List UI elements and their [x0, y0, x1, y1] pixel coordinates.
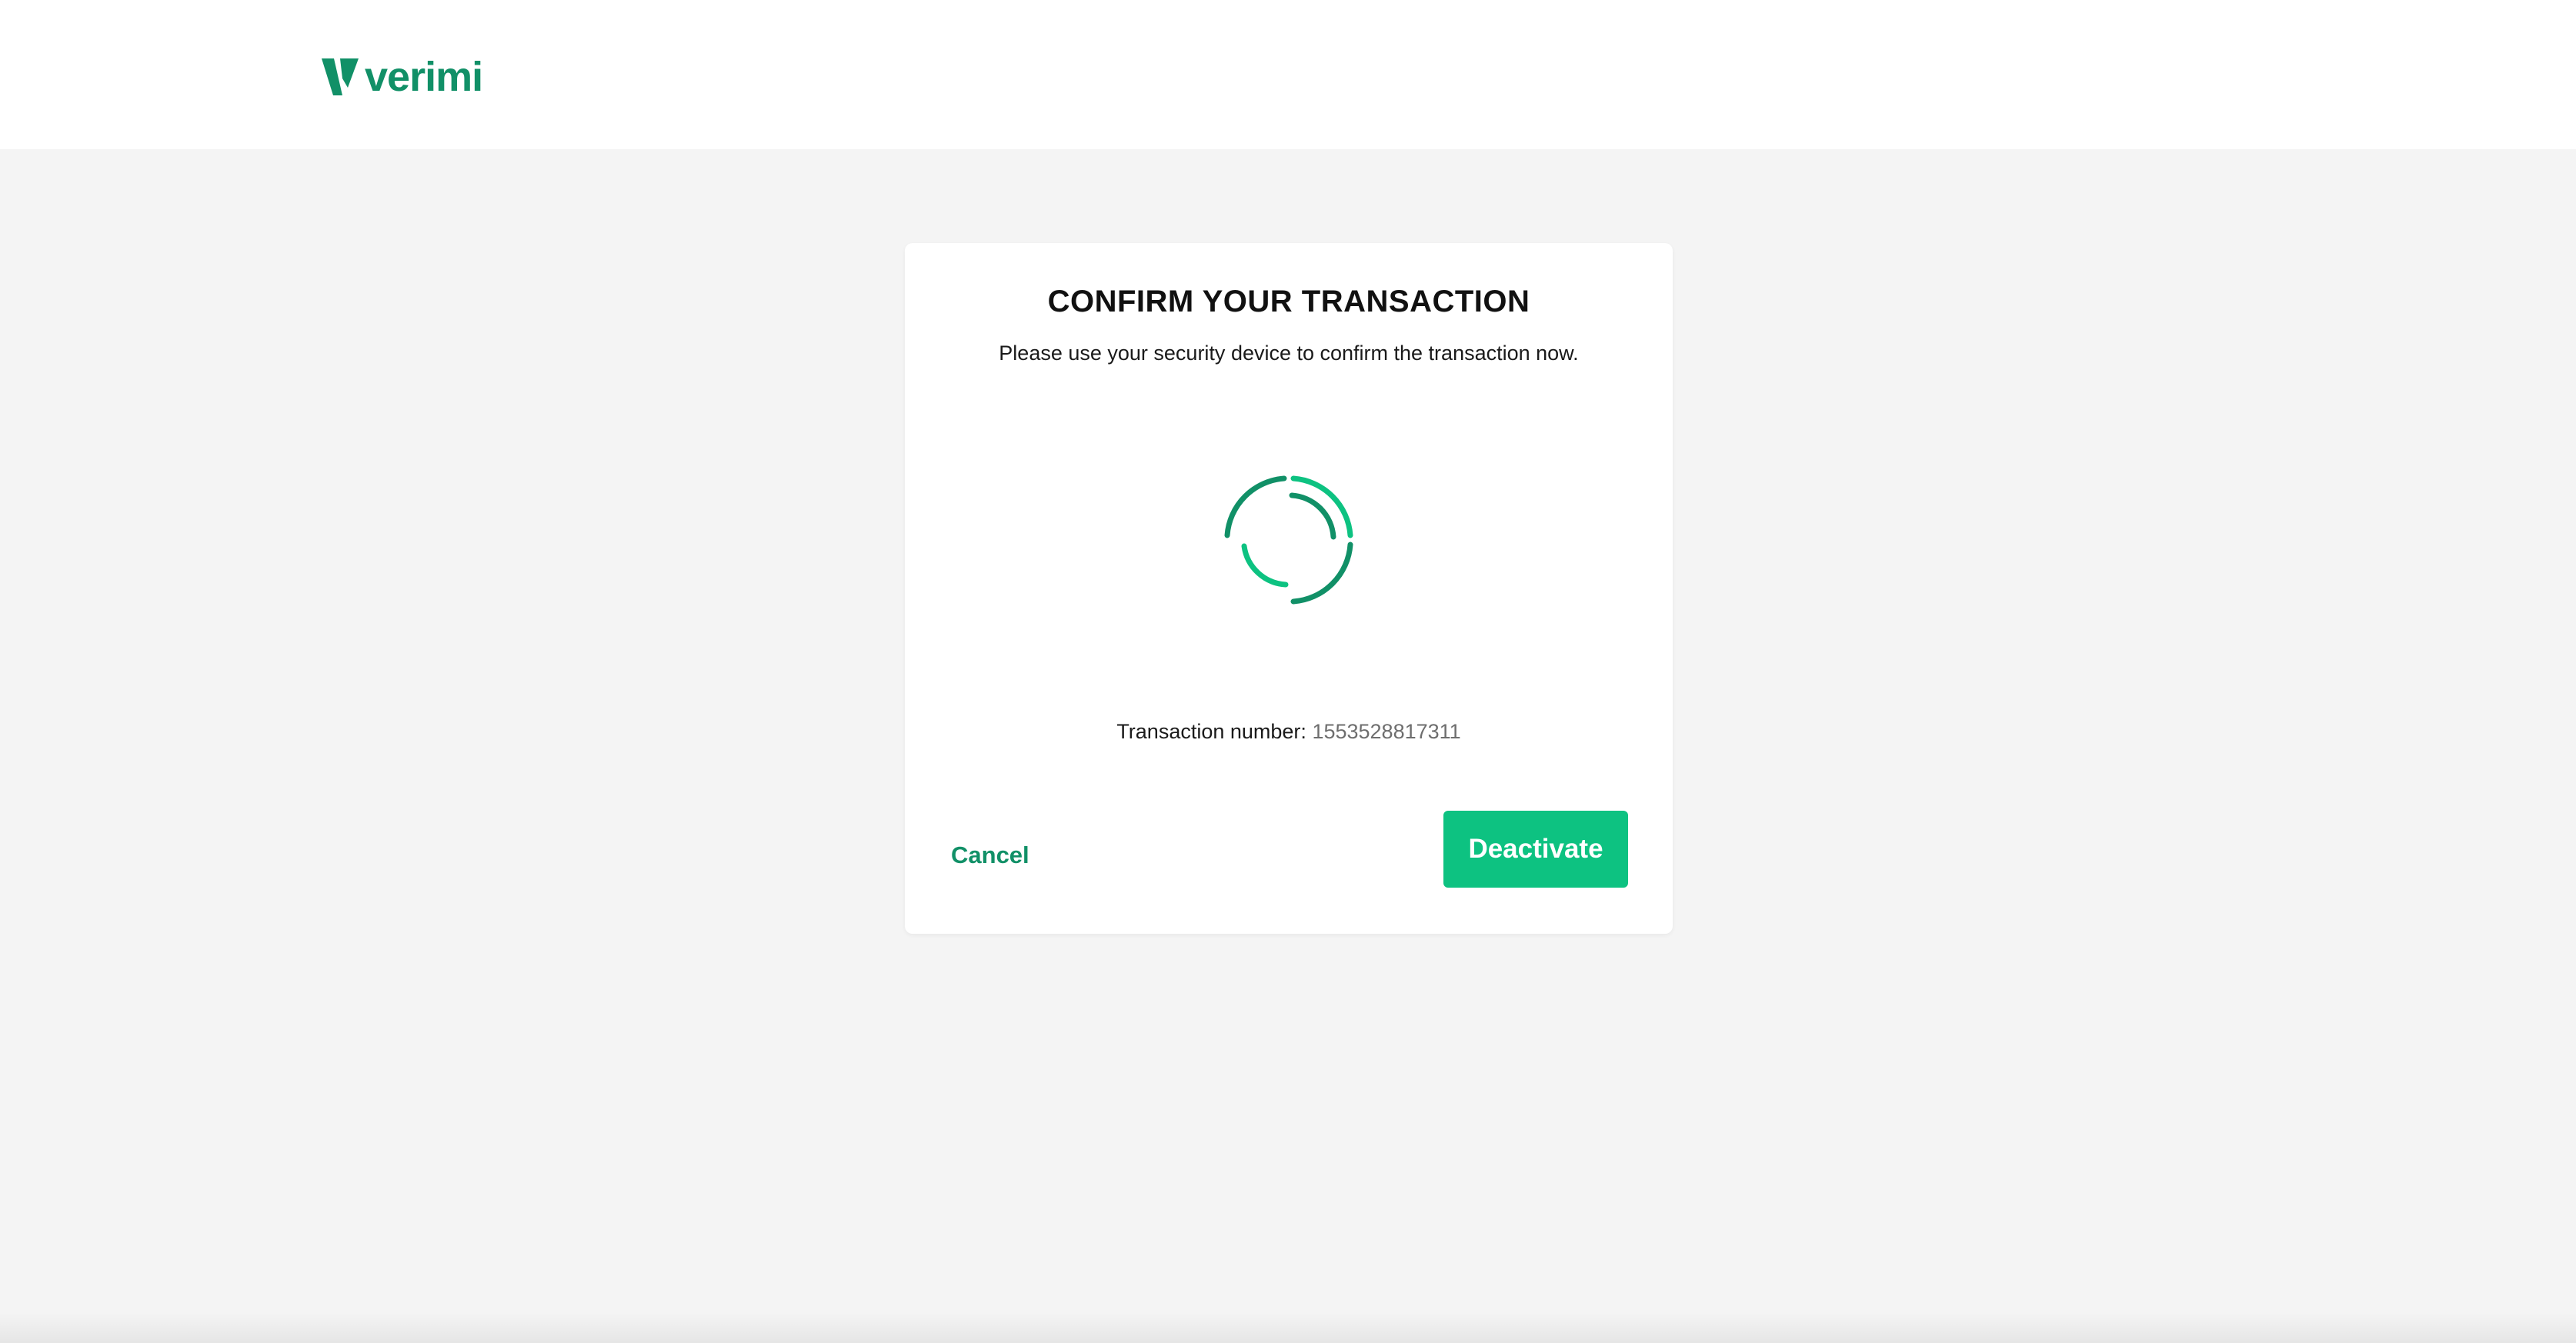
confirm-transaction-dialog: CONFIRM YOUR TRANSACTION Please use your…: [905, 243, 1673, 934]
transaction-number-value: 1553528817311: [1312, 720, 1461, 743]
verimi-v-icon: [322, 58, 359, 95]
verimi-logo[interactable]: verimi: [322, 54, 483, 100]
top-header: verimi: [0, 0, 2576, 149]
dialog-subtitle: Please use your security device to confi…: [999, 342, 1579, 365]
bottom-edge-shadow: [0, 1312, 2576, 1343]
loading-spinner-icon: [1224, 475, 1353, 605]
transaction-number-label: Transaction number:: [1116, 720, 1306, 743]
cancel-button[interactable]: Cancel: [951, 832, 1029, 878]
logo-text: verimi: [365, 54, 483, 100]
transaction-number-row: Transaction number: 1553528817311: [905, 720, 1673, 744]
dialog-title: CONFIRM YOUR TRANSACTION: [1047, 285, 1530, 318]
deactivate-button[interactable]: Deactivate: [1443, 811, 1628, 888]
